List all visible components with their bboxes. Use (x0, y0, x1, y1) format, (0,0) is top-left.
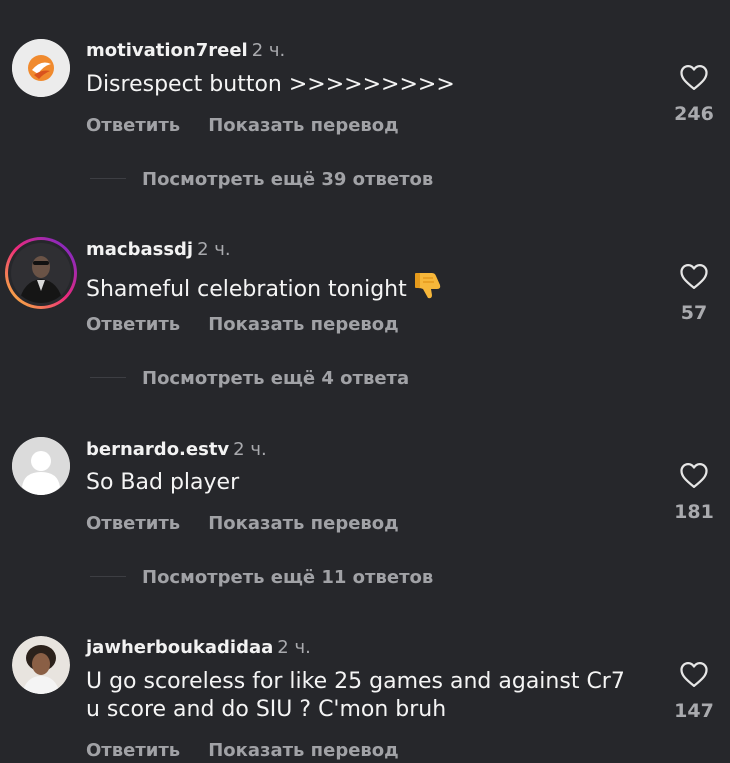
heart-icon[interactable] (679, 262, 709, 290)
view-replies-button[interactable]: Посмотреть ещё 11 ответов (90, 567, 433, 589)
timestamp: 2 ч. (197, 239, 231, 260)
comment-actions: Ответить Показать перевод (86, 513, 399, 535)
view-replies-label: Посмотреть ещё 11 ответов (142, 567, 434, 588)
comment-text: U go scoreless for like 25 games and aga… (86, 668, 625, 724)
comment-text: So Bad player (86, 470, 240, 495)
comment-text-line: u score and do SIU ? C'mon bruh (86, 697, 447, 722)
like-control: 181 (672, 461, 716, 523)
comment-header: jawherboukadidaa 2 ч. (86, 637, 311, 659)
like-control: 147 (672, 660, 716, 722)
comment-text: Shameful celebration tonight (86, 270, 443, 308)
replies-divider (90, 178, 126, 179)
comment-text: Disrespect button >>>>>>>>> (86, 72, 455, 97)
comment-header: motivation7reel 2 ч. (86, 40, 285, 62)
comment-actions: Ответить Показать перевод (86, 115, 399, 137)
view-replies-label: Посмотреть ещё 4 ответа (142, 368, 410, 389)
username[interactable]: macbassdj (86, 239, 193, 260)
reply-button[interactable]: Ответить (86, 740, 180, 761)
like-control: 57 (672, 262, 716, 324)
heart-icon[interactable] (679, 461, 709, 489)
show-translation-button[interactable]: Показать перевод (208, 314, 399, 335)
view-replies-button[interactable]: Посмотреть ещё 4 ответа (90, 368, 409, 390)
timestamp: 2 ч. (277, 637, 311, 658)
logo-avatar-icon (12, 39, 70, 97)
show-translation-button[interactable]: Показать перевод (208, 115, 399, 136)
comment-actions: Ответить Показать перевод (86, 314, 399, 336)
view-replies-label: Посмотреть ещё 39 ответов (142, 169, 434, 190)
like-count: 147 (674, 700, 714, 722)
username[interactable]: bernardo.estv (86, 439, 229, 460)
replies-divider (90, 576, 126, 577)
like-count: 181 (674, 501, 714, 523)
comment-actions: Ответить Показать перевод (86, 740, 399, 762)
heart-icon[interactable] (679, 660, 709, 688)
comment-header: macbassdj 2 ч. (86, 239, 231, 261)
avatar[interactable] (12, 437, 70, 495)
timestamp: 2 ч. (233, 439, 267, 460)
reply-button[interactable]: Ответить (86, 115, 180, 136)
avatar[interactable] (5, 237, 77, 309)
default-user-icon (12, 437, 70, 495)
thumbs-down-icon (413, 270, 443, 308)
reply-button[interactable]: Ответить (86, 513, 180, 534)
view-replies-button[interactable]: Посмотреть ещё 39 ответов (90, 169, 433, 191)
like-control: 246 (672, 63, 716, 125)
replies-divider (90, 377, 126, 378)
like-count: 246 (674, 103, 714, 125)
show-translation-button[interactable]: Показать перевод (208, 740, 399, 761)
comment-header: bernardo.estv 2 ч. (86, 439, 267, 461)
reply-button[interactable]: Ответить (86, 314, 180, 335)
comment-text-body: Shameful celebration tonight (86, 277, 407, 302)
person-photo-icon (11, 243, 71, 303)
like-count: 57 (680, 302, 708, 324)
avatar[interactable] (12, 636, 70, 694)
timestamp: 2 ч. (251, 40, 286, 61)
person-photo-icon (12, 636, 70, 694)
username[interactable]: motivation7reel (86, 40, 248, 61)
comment-text-line: U go scoreless for like 25 games and aga… (86, 669, 625, 694)
show-translation-button[interactable]: Показать перевод (208, 513, 399, 534)
avatar[interactable] (12, 39, 70, 97)
heart-icon[interactable] (679, 63, 709, 91)
username[interactable]: jawherboukadidaa (86, 637, 273, 658)
